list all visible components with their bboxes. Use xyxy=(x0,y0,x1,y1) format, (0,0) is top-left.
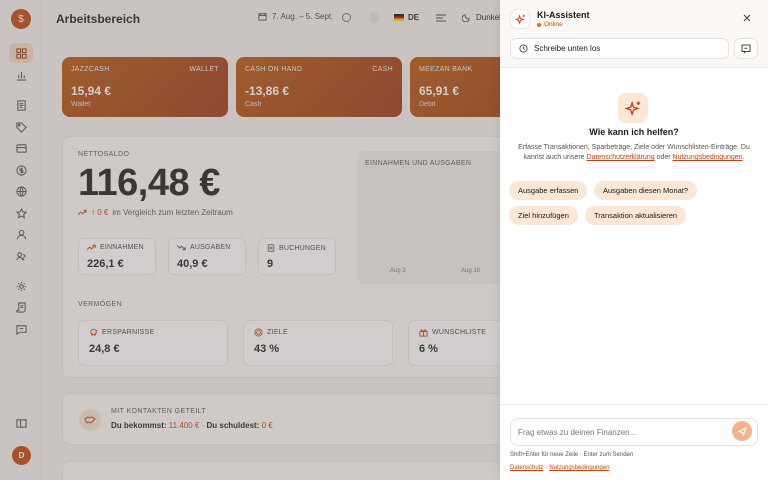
suggestion-chip[interactable]: Ziel hinzufügen xyxy=(509,206,578,225)
sparkles-icon xyxy=(510,9,530,29)
suggestion-chip[interactable]: Transaktion aktualisieren xyxy=(585,206,687,225)
new-chat-button[interactable] xyxy=(734,38,758,59)
or-text: oder xyxy=(656,154,671,161)
footer-terms-link[interactable]: Nutzungsbedingungen xyxy=(549,465,609,471)
history-label: Schreibe unten los xyxy=(534,44,601,53)
terms-link[interactable]: Nutzungsbedingungen xyxy=(673,154,743,161)
period-text: . xyxy=(742,154,745,161)
footer-separator: · xyxy=(545,465,548,471)
suggestion-chip[interactable]: Ausgabe erfassen xyxy=(509,181,588,200)
assistant-footer: Shift+Enter für neue Zeile · Enter zum S… xyxy=(500,404,768,480)
history-icon xyxy=(519,44,528,53)
send-icon xyxy=(737,426,747,436)
send-button[interactable] xyxy=(732,421,752,441)
assistant-header: KI-Assistent Online Schreibe unten los xyxy=(500,0,768,68)
footer-privacy-link[interactable]: Datenschutz xyxy=(510,465,543,471)
close-icon[interactable] xyxy=(742,13,752,23)
help-title: Wie kann ich helfen? xyxy=(589,127,679,137)
history-button[interactable]: Schreibe unten los xyxy=(510,38,729,59)
online-dot-icon xyxy=(537,22,541,27)
modal-backdrop[interactable] xyxy=(0,0,500,480)
privacy-link[interactable]: Datenschutzerklärung xyxy=(587,154,655,161)
message-input[interactable] xyxy=(510,418,758,446)
assistant-name: KI-Assistent xyxy=(537,10,590,20)
status-label: Online xyxy=(544,21,563,28)
keyboard-hint: Shift+Enter für neue Zeile · Enter zum S… xyxy=(510,452,634,458)
new-chat-icon xyxy=(741,44,751,53)
ai-assistant-drawer: KI-Assistent Online Schreibe unten los W… xyxy=(500,0,768,480)
sparkles-icon xyxy=(618,93,648,123)
suggestion-chip[interactable]: Ausgaben diesen Monat? xyxy=(594,181,698,200)
assistant-status: Online xyxy=(537,21,563,28)
help-description: Erfasse Transaktionen, Sparbeträge, Ziel… xyxy=(510,143,758,163)
legal-links: Datenschutz · Nutzungsbedingungen xyxy=(510,465,609,471)
